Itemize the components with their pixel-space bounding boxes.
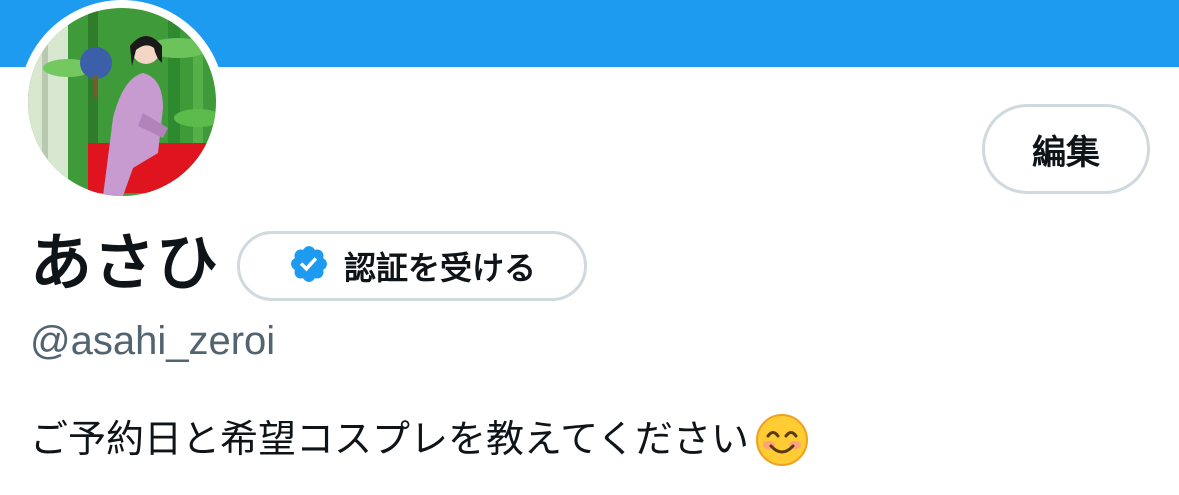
username-handle: @asahi_zeroi	[30, 319, 276, 363]
profile-bio: ご予約日と希望コスプレを教えてください	[30, 414, 809, 466]
avatar-image	[28, 8, 216, 196]
edit-profile-label: 編集	[1032, 133, 1100, 172]
verified-badge-icon	[288, 243, 330, 290]
smiling-face-emoji-icon	[755, 413, 809, 467]
edit-profile-button[interactable]: 編集	[982, 104, 1150, 194]
get-verified-button[interactable]: 認証を受ける	[237, 231, 587, 301]
avatar[interactable]	[28, 8, 216, 196]
display-name: あさひ	[30, 229, 220, 298]
get-verified-label: 認証を受ける	[343, 250, 536, 286]
bio-text: ご予約日と希望コスプレを教えてください	[30, 419, 749, 461]
